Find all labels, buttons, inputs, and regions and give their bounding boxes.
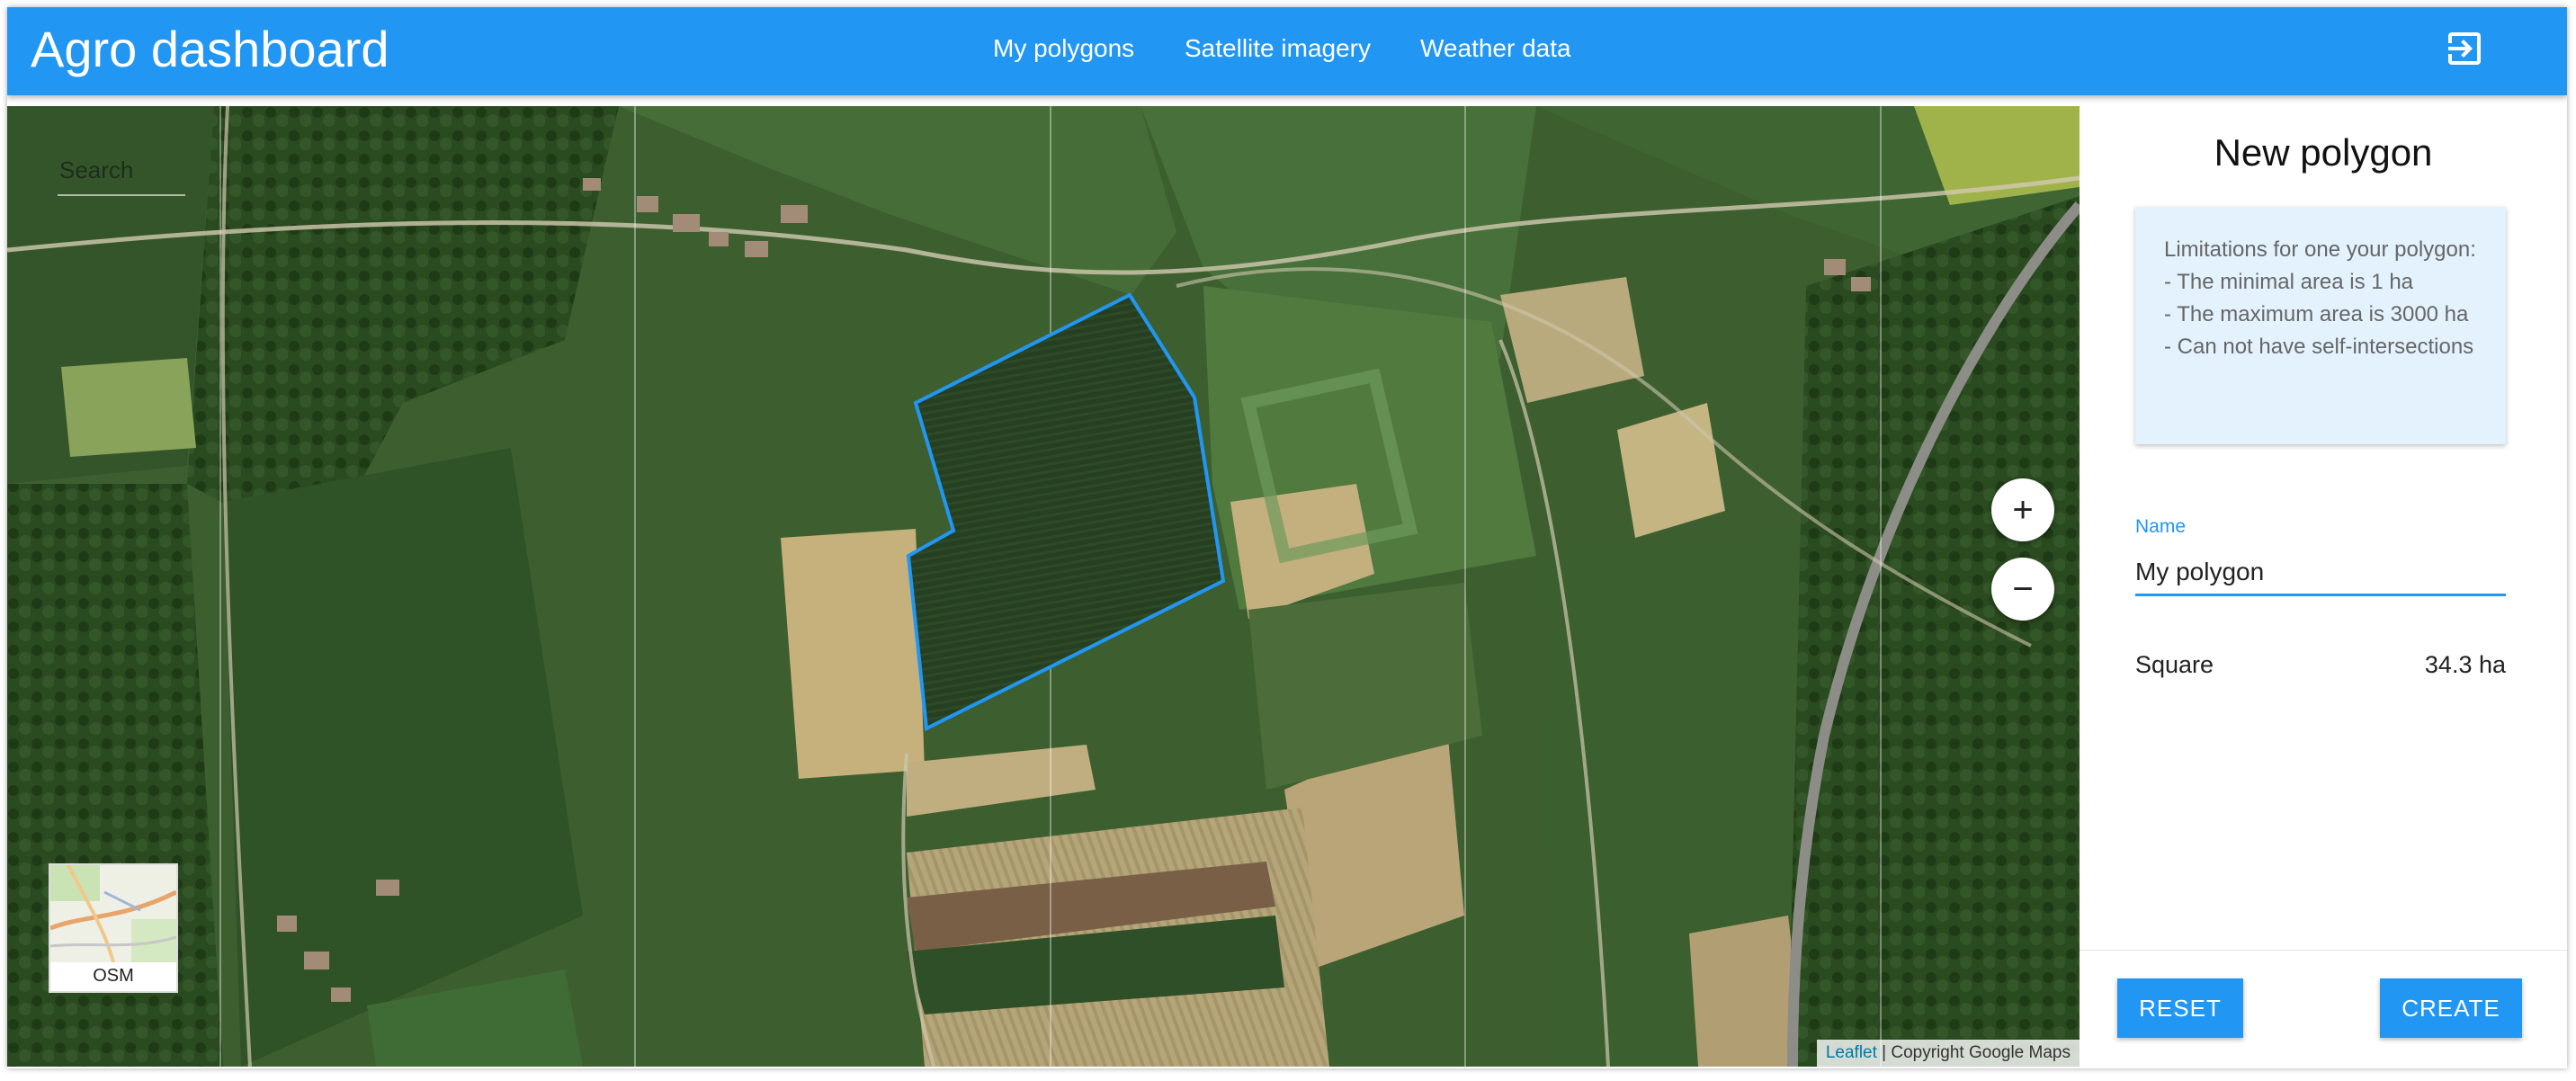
app-bar: Agro dashboard My polygons Satellite ima… [7, 7, 2567, 95]
limitations-text: Limitations for one your polygon: - The … [2164, 237, 2476, 359]
minus-icon: − [2012, 569, 2034, 609]
polygon-name-input[interactable] [2135, 550, 2506, 596]
map-search[interactable] [58, 149, 189, 196]
osm-thumbnail-icon [49, 864, 178, 963]
panel-divider [2080, 950, 2567, 951]
nav-satellite-imagery[interactable]: Satellite imagery [1185, 31, 1371, 67]
panel-title: New polygon [2214, 131, 2433, 174]
map-attribution: Leaflet | Copyright Google Maps [1816, 1040, 2080, 1067]
attribution-text: | Copyright Google Maps [1876, 1043, 2071, 1062]
search-input[interactable] [58, 149, 189, 191]
logout-icon[interactable] [2443, 27, 2486, 70]
reset-button[interactable]: RESET [2117, 978, 2243, 1038]
create-button[interactable]: CREATE [2380, 978, 2522, 1038]
leaflet-link[interactable]: Leaflet [1826, 1043, 1877, 1062]
osm-layer-label: OSM [93, 966, 134, 986]
nav-my-polygons[interactable]: My polygons [993, 31, 1134, 67]
name-field-label: Name [2135, 516, 2187, 537]
square-label: Square [2135, 651, 2214, 678]
limitations-info-box: Limitations for one your polygon: - The … [2135, 207, 2506, 444]
zoom-out-button[interactable]: − [1991, 558, 2054, 621]
new-polygon-panel: New polygon Limitations for one your pol… [2080, 106, 2567, 1067]
zoom-in-button[interactable]: + [1991, 478, 2054, 541]
app-window: Agro dashboard My polygons Satellite ima… [7, 7, 2567, 1068]
square-value: 34.3 ha [2424, 651, 2506, 678]
plus-icon: + [2012, 490, 2034, 530]
app-title: Agro dashboard [31, 21, 389, 77]
osm-layer-switch[interactable]: OSM [49, 863, 178, 993]
satellite-imagery [7, 106, 2080, 1067]
nav-weather-data[interactable]: Weather data [1420, 31, 1571, 67]
satellite-map[interactable]: + − OSM Leaflet | Copyright Google Maps [7, 106, 2080, 1067]
